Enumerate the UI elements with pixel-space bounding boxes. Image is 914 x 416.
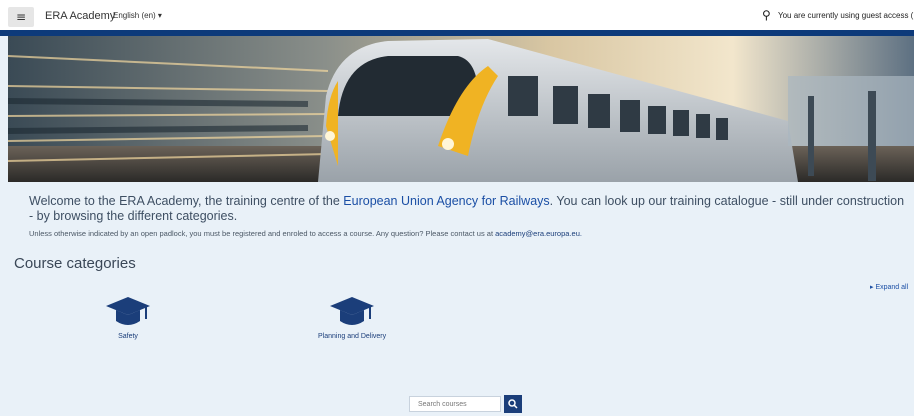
agency-link[interactable]: European Union Agency for Railways (343, 194, 549, 208)
site-name[interactable]: ERA Academy (45, 10, 115, 22)
course-categories-heading: Course categories (14, 255, 136, 272)
access-note-text: Unless otherwise indicated by an open pa… (29, 229, 496, 238)
search-icon (508, 399, 518, 409)
search-courses-button[interactable] (504, 395, 522, 413)
welcome-text: Welcome to the ERA Academy, the training… (29, 194, 909, 224)
category-label[interactable]: Safety (118, 333, 138, 340)
graduation-cap-icon (330, 297, 375, 325)
top-navbar: ≡ ERA Academy English (en) ▾ ⚲ You are c… (0, 0, 914, 30)
search-courses-input[interactable]: Search courses (409, 396, 501, 412)
expand-all-link[interactable]: ▸ Expand all (870, 283, 908, 291)
graduation-cap-icon (106, 297, 150, 325)
welcome-part1: Welcome to the ERA Academy, the training… (29, 194, 344, 208)
hero-banner (8, 36, 914, 182)
guest-access-text[interactable]: You are currently using guest access (Lo… (778, 11, 914, 20)
search-icon[interactable]: ⚲ (762, 8, 771, 22)
category-planning-and-delivery[interactable]: Planning and Delivery (318, 295, 386, 340)
category-safety[interactable]: Safety (104, 295, 152, 340)
contact-email-link[interactable]: academy@era.europa.eu. (495, 229, 582, 238)
category-label[interactable]: Planning and Delivery (318, 333, 386, 340)
hamburger-icon[interactable]: ≡ (8, 7, 34, 27)
language-selector[interactable]: English (en) ▾ (113, 11, 162, 20)
access-note: Unless otherwise indicated by an open pa… (29, 229, 582, 238)
